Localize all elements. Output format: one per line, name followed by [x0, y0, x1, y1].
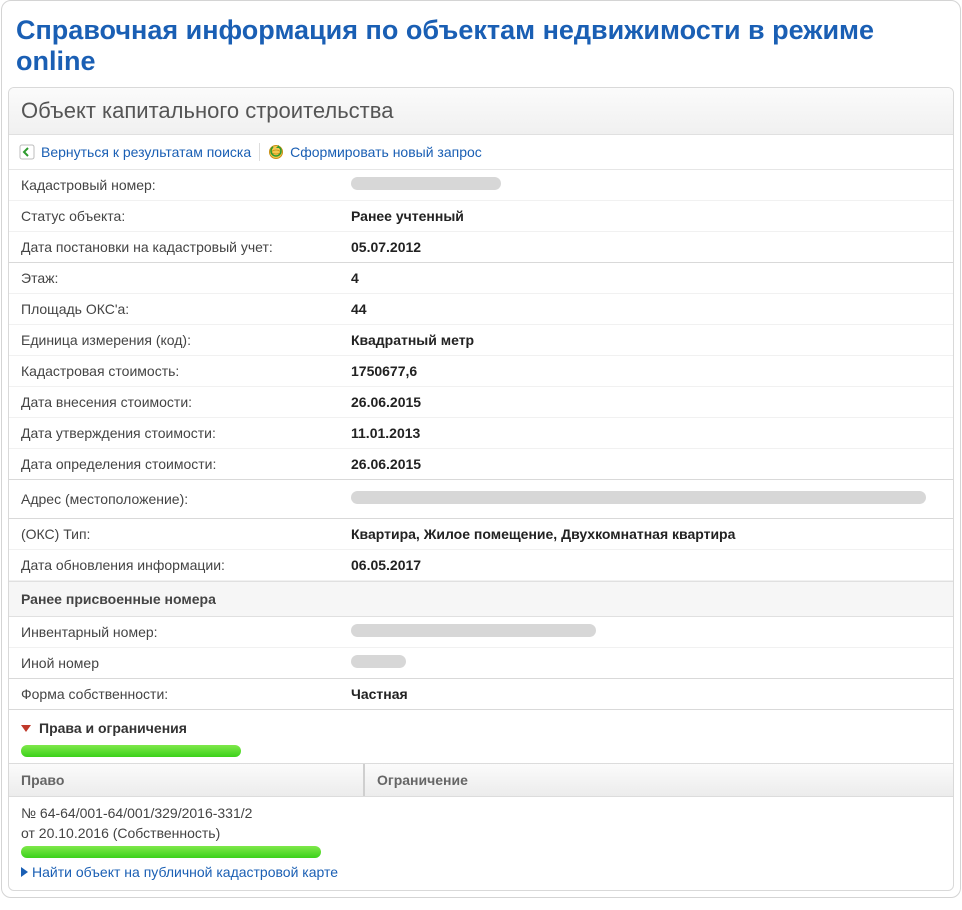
rights-section-title: Права и ограничения [39, 720, 187, 736]
field-row: Этаж: 4 [9, 263, 953, 294]
highlight-marker [21, 846, 321, 858]
cad-cost-value: 1750677,6 [351, 363, 941, 379]
cad-cost-label: Кадастровая стоимость: [21, 363, 351, 379]
field-row: (ОКС) Тип: Квартира, Жилое помещение, Дв… [9, 519, 953, 550]
inv-label: Инвентарный номер: [21, 624, 351, 640]
rights-table-row: № 64-64/001-64/001/329/2016-331/2 от 20.… [9, 797, 953, 846]
field-row: Площадь ОКС'а: 44 [9, 294, 953, 325]
ownform-value: Частная [351, 686, 941, 702]
floor-value: 4 [351, 270, 941, 286]
back-to-results-link[interactable]: Вернуться к результатам поиска [19, 144, 251, 160]
cad-number-label: Кадастровый номер: [21, 177, 351, 193]
find-on-map-label: Найти объект на публичной кадастровой ка… [32, 864, 338, 880]
unit-label: Единица измерения (код): [21, 332, 351, 348]
cost-appr-value: 11.01.2013 [351, 425, 941, 441]
back-to-results-label: Вернуться к результатам поиска [41, 144, 251, 160]
field-row: Инвентарный номер: [9, 617, 953, 648]
right-reg-number: № 64-64/001-64/001/329/2016-331/2 [21, 803, 941, 823]
other-value [351, 655, 941, 671]
rights-table-header: Право Ограничение [9, 763, 953, 797]
cost-appr-label: Дата утверждения стоимости: [21, 425, 351, 441]
fields-block-1: Кадастровый номер: Статус объекта: Ранее… [9, 170, 953, 581]
page-title: Справочная информация по объектам недвиж… [2, 1, 960, 87]
prev-numbers-header: Ранее присвоенные номера [9, 581, 953, 617]
area-label: Площадь ОКС'а: [21, 301, 351, 317]
oks-type-value: Квартира, Жилое помещение, Двухкомнатная… [351, 526, 941, 542]
col-right-header: Право [9, 764, 365, 796]
object-panel: Объект капитального строительства Вернут… [8, 87, 954, 891]
triangle-right-icon [21, 867, 28, 877]
field-row: Дата внесения стоимости: 26.06.2015 [9, 387, 953, 418]
new-query-link[interactable]: Сформировать новый запрос [268, 144, 482, 160]
upd-label: Дата обновления информации: [21, 557, 351, 573]
field-row: Единица измерения (код): Квадратный метр [9, 325, 953, 356]
field-row: Статус объекта: Ранее учтенный [9, 201, 953, 232]
other-label: Иной номер [21, 655, 351, 671]
right-reg-date-type: от 20.10.2016 (Собственность) [21, 823, 941, 843]
oks-type-label: (ОКС) Тип: [21, 526, 351, 542]
field-row: Форма собственности: Частная [9, 679, 953, 710]
address-label: Адрес (местоположение): [21, 491, 351, 507]
field-row: Дата утверждения стоимости: 11.01.2013 [9, 418, 953, 449]
status-value: Ранее учтенный [351, 208, 941, 224]
floor-label: Этаж: [21, 270, 351, 286]
back-arrow-icon [19, 144, 35, 160]
chevron-down-icon [21, 725, 31, 732]
field-row: Дата обновления информации: 06.05.2017 [9, 550, 953, 581]
cad-number-value [351, 177, 941, 193]
ownform-label: Форма собственности: [21, 686, 351, 702]
field-row: Кадастровая стоимость: 1750677,6 [9, 356, 953, 387]
toolbar: Вернуться к результатам поиска Сформиров… [9, 135, 953, 170]
cost-entry-value: 26.06.2015 [351, 394, 941, 410]
inv-value [351, 624, 941, 640]
panel-header: Объект капитального строительства [9, 88, 953, 135]
address-value [351, 491, 941, 507]
status-label: Статус объекта: [21, 208, 351, 224]
reg-date-value: 05.07.2012 [351, 239, 941, 255]
cost-det-label: Дата определения стоимости: [21, 456, 351, 472]
new-query-label: Сформировать новый запрос [290, 144, 482, 160]
upd-value: 06.05.2017 [351, 557, 941, 573]
globe-reload-icon [268, 144, 284, 160]
page-container: Справочная информация по объектам недвиж… [1, 0, 961, 898]
col-limit-header: Ограничение [365, 764, 953, 796]
cost-det-value: 26.06.2015 [351, 456, 941, 472]
reg-date-label: Дата постановки на кадастровый учет: [21, 239, 351, 255]
field-row: Адрес (местоположение): [9, 480, 953, 519]
field-row: Дата определения стоимости: 26.06.2015 [9, 449, 953, 480]
unit-value: Квадратный метр [351, 332, 941, 348]
cost-entry-label: Дата внесения стоимости: [21, 394, 351, 410]
rights-expand-toggle[interactable]: Права и ограничения [9, 710, 953, 742]
fields-block-2: Инвентарный номер: Иной номер Форма собс… [9, 617, 953, 710]
highlight-marker [21, 745, 241, 757]
toolbar-separator [259, 143, 260, 161]
field-row: Иной номер [9, 648, 953, 679]
find-on-map-link[interactable]: Найти объект на публичной кадастровой ка… [9, 864, 953, 890]
area-value: 44 [351, 301, 941, 317]
field-row: Кадастровый номер: [9, 170, 953, 201]
field-row: Дата постановки на кадастровый учет: 05.… [9, 232, 953, 263]
